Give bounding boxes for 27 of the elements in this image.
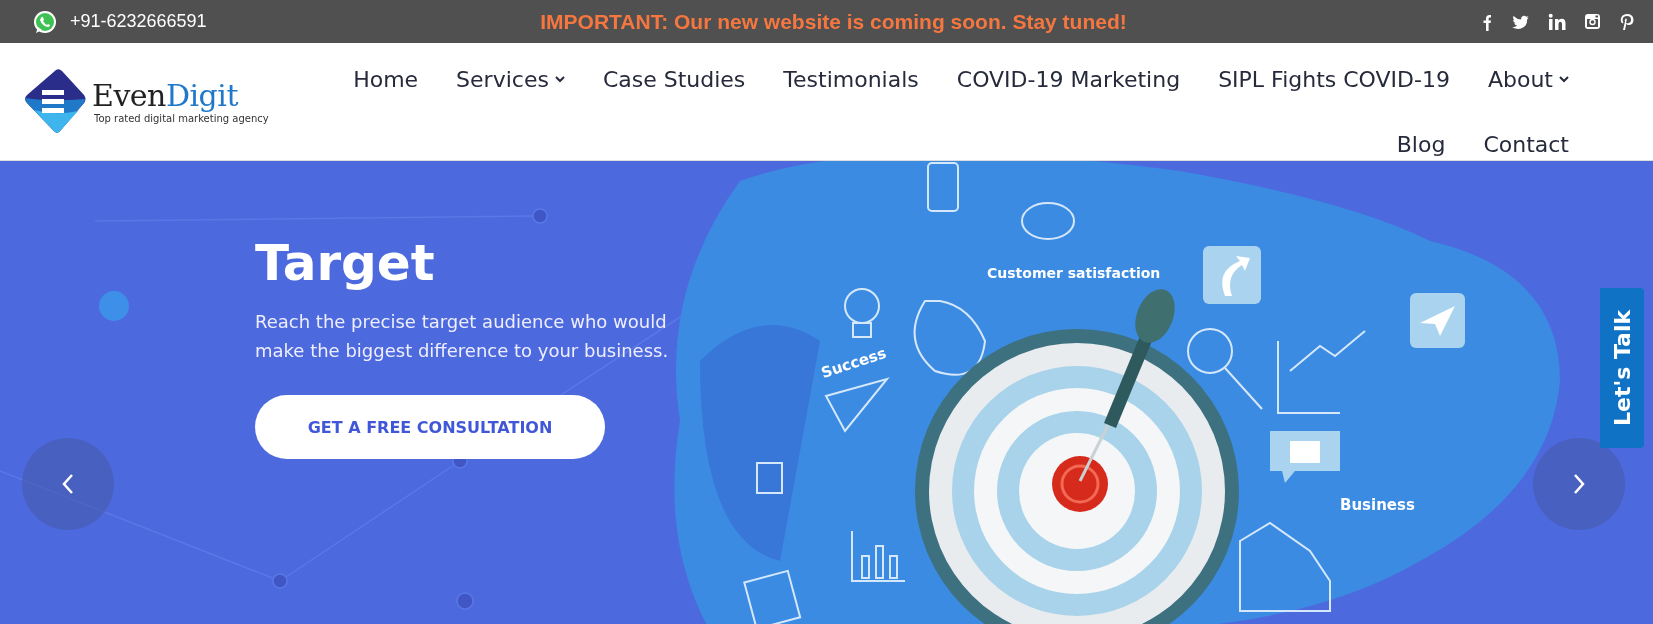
slide-title: Target (255, 233, 435, 293)
instagram-icon[interactable] (1584, 13, 1601, 30)
consultation-button[interactable]: GET A FREE CONSULTATION (255, 395, 605, 459)
illustration-label: Customer satisfaction (987, 265, 1161, 281)
phone-number[interactable]: +91-6232666591 (70, 11, 207, 32)
linkedin-icon[interactable] (1548, 12, 1566, 31)
whatsapp-icon[interactable] (32, 8, 58, 35)
announcement-text: IMPORTANT: Our new website is coming soon. Stay tuned! (539, 9, 1128, 34)
nav-link[interactable]: Contact (1469, 124, 1583, 165)
logo-wordmark[interactable]: EvenDigit (92, 78, 238, 113)
chevron-left-icon (62, 474, 74, 494)
nav-link[interactable]: About (1473, 59, 1583, 100)
logo-tagline: Top rated digital marketing agency (94, 112, 269, 124)
nav-link[interactable]: Case Studies (588, 59, 760, 100)
lets-talk-tab[interactable]: Let's Talk (1600, 288, 1644, 448)
illustration-label: Business (1340, 496, 1415, 514)
pinterest-icon[interactable] (1619, 12, 1635, 31)
nav-link[interactable]: Services (442, 59, 579, 100)
nav-link[interactable]: SIPL Fights COVID-19 (1204, 59, 1464, 100)
nav-link[interactable]: Home (339, 59, 433, 100)
nav-link[interactable]: Blog (1382, 124, 1460, 165)
slide-description: Reach the precise target audience who would make the biggest difference to your business. (255, 310, 670, 363)
nav-link[interactable]: COVID-19 Marketing (942, 59, 1195, 100)
nav-link[interactable]: Testimonials (769, 59, 933, 100)
twitter-icon[interactable] (1511, 13, 1530, 30)
dot-decoration (99, 291, 129, 321)
chevron-right-icon (1573, 474, 1585, 494)
